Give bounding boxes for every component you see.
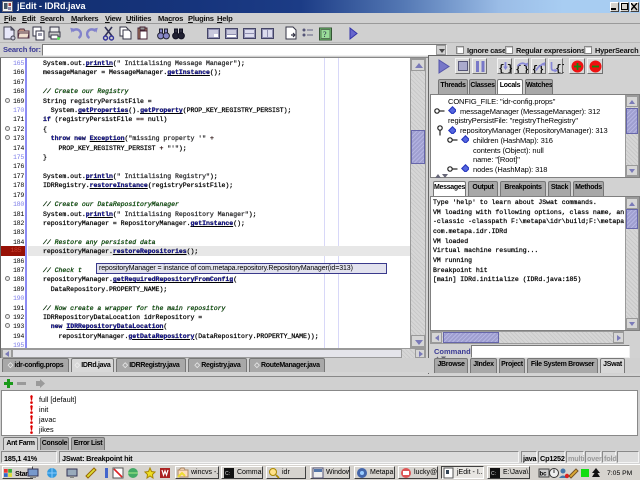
svg-text:}: } <box>523 65 529 74</box>
svg-text:{: { <box>499 64 505 74</box>
svg-text:}: } <box>507 64 513 74</box>
svg-text:bc: bc <box>540 472 548 478</box>
svg-text:?: ? <box>323 30 327 39</box>
svg-text:C:: C: <box>491 471 496 477</box>
svg-text:C:: C: <box>225 471 230 477</box>
svg-text:{}: {} <box>556 64 565 74</box>
